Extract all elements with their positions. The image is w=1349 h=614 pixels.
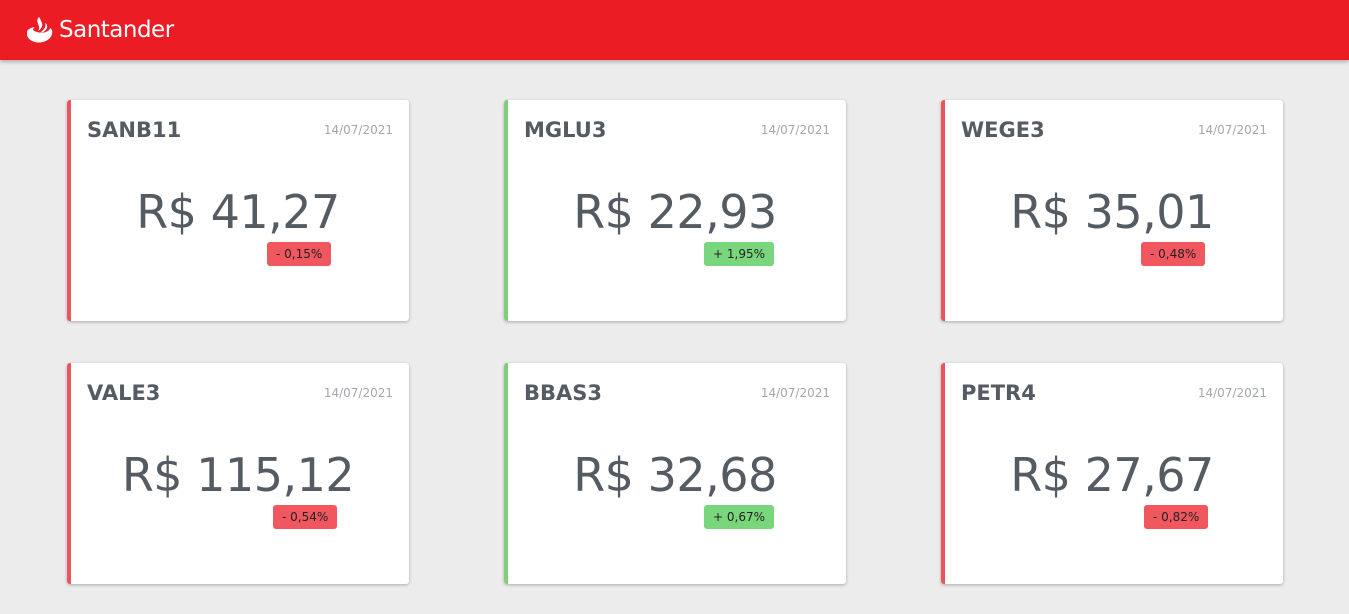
stock-price: R$ 35,01 bbox=[1010, 185, 1214, 239]
price-change-badge: - 0,82% bbox=[1144, 505, 1209, 529]
stock-ticker: VALE3 bbox=[87, 381, 161, 405]
quote-date: 14/07/2021 bbox=[760, 123, 830, 137]
stock-price: R$ 32,68 bbox=[573, 448, 777, 502]
price-change-badge: - 0,15% bbox=[267, 242, 332, 266]
stock-ticker: WEGE3 bbox=[961, 118, 1045, 142]
stock-card-wege3[interactable]: WEGE3 14/07/2021 R$ 35,01 - 0,48% bbox=[941, 100, 1283, 321]
price-change-badge: + 0,67% bbox=[704, 505, 774, 529]
stock-ticker: SANB11 bbox=[87, 118, 182, 142]
stock-card-mglu3[interactable]: MGLU3 14/07/2021 R$ 22,93 + 1,95% bbox=[504, 100, 846, 321]
stock-ticker: BBAS3 bbox=[524, 381, 603, 405]
top-bar: Santander bbox=[0, 0, 1349, 60]
stock-price: R$ 27,67 bbox=[1010, 448, 1214, 502]
stock-price: R$ 22,93 bbox=[573, 185, 777, 239]
brand-logo[interactable]: Santander bbox=[24, 14, 174, 46]
quote-date: 14/07/2021 bbox=[1197, 123, 1267, 137]
quote-date: 14/07/2021 bbox=[1197, 386, 1267, 400]
stock-card-vale3[interactable]: VALE3 14/07/2021 R$ 115,12 - 0,54% bbox=[67, 363, 409, 584]
stock-card-sanb11[interactable]: SANB11 14/07/2021 R$ 41,27 - 0,15% bbox=[67, 100, 409, 321]
stock-ticker: PETR4 bbox=[961, 381, 1036, 405]
stock-ticker: MGLU3 bbox=[524, 118, 607, 142]
quote-date: 14/07/2021 bbox=[760, 386, 830, 400]
price-change-badge: - 0,54% bbox=[273, 505, 338, 529]
stock-price: R$ 115,12 bbox=[121, 448, 355, 502]
quote-date: 14/07/2021 bbox=[323, 386, 393, 400]
brand-name: Santander bbox=[59, 17, 174, 43]
stock-card-petr4[interactable]: PETR4 14/07/2021 R$ 27,67 - 0,82% bbox=[941, 363, 1283, 584]
stock-card-bbas3[interactable]: BBAS3 14/07/2021 R$ 32,68 + 0,67% bbox=[504, 363, 846, 584]
price-change-badge: + 1,95% bbox=[704, 242, 774, 266]
quote-date: 14/07/2021 bbox=[323, 123, 393, 137]
stock-price: R$ 41,27 bbox=[136, 185, 340, 239]
price-change-badge: - 0,48% bbox=[1141, 242, 1206, 266]
santander-flame-icon bbox=[24, 15, 54, 45]
